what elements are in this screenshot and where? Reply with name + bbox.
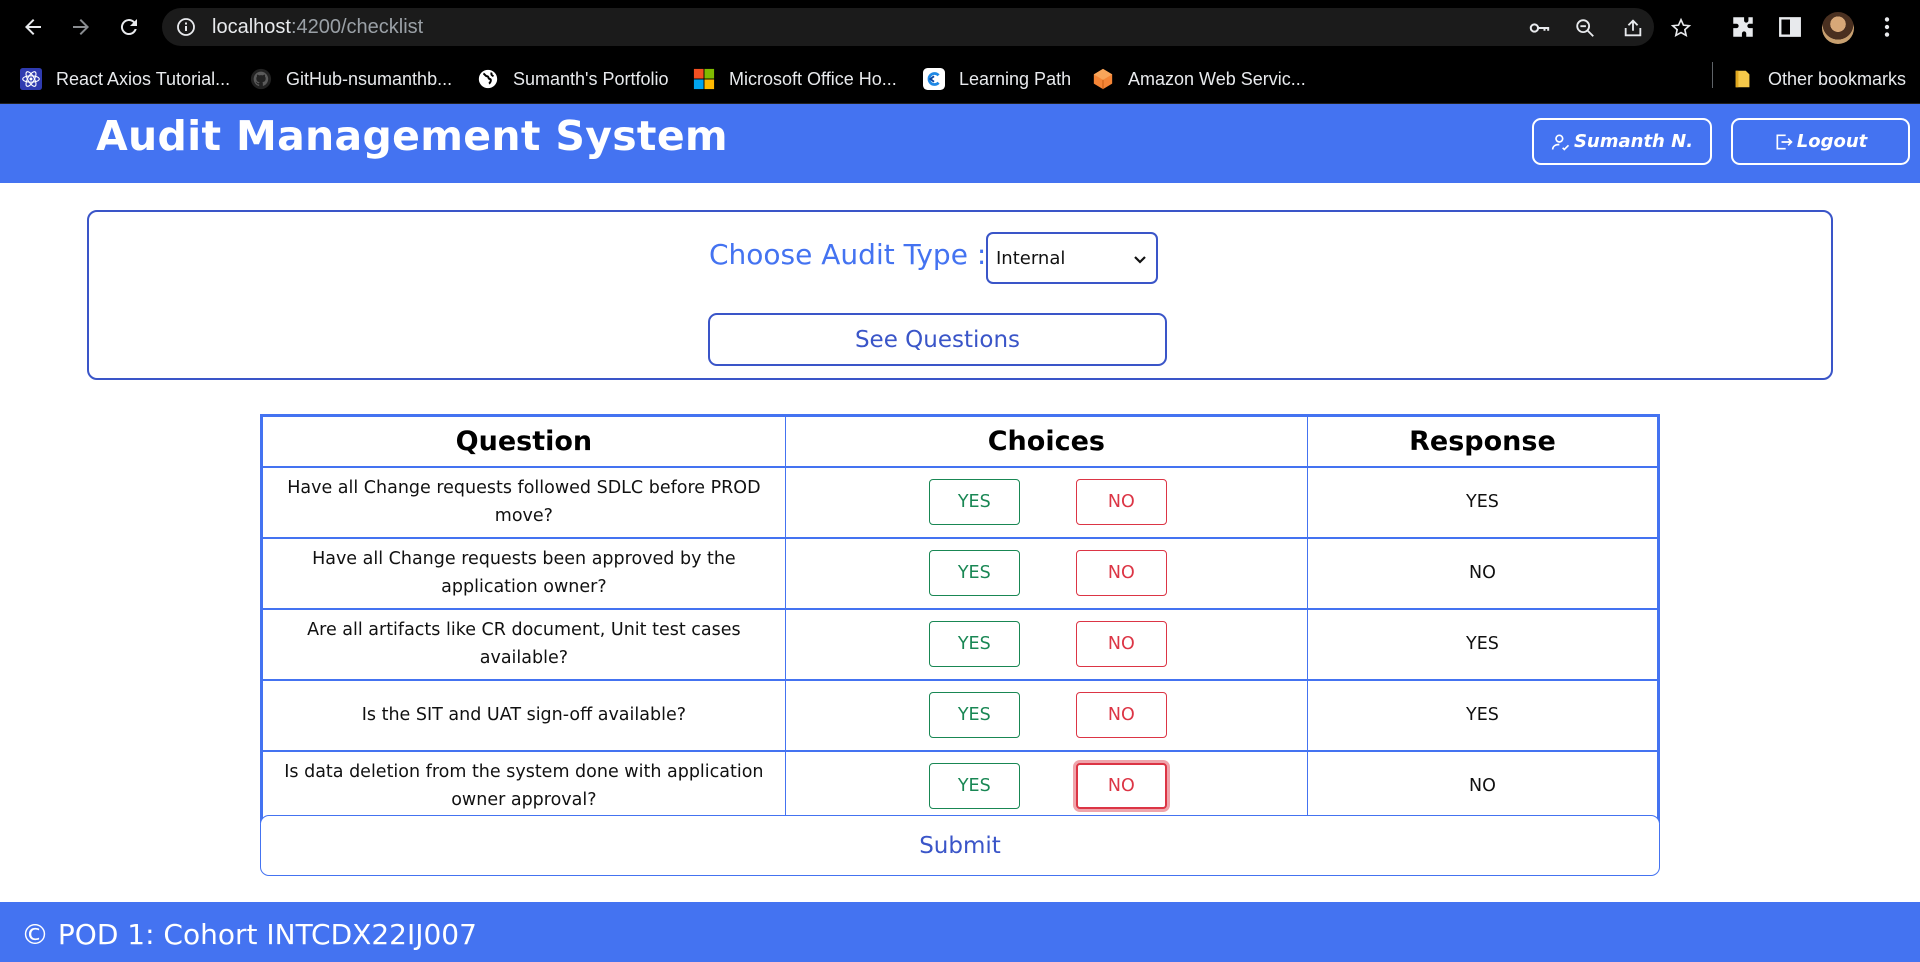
github-icon xyxy=(250,68,272,90)
yes-button[interactable]: YES xyxy=(928,621,1020,667)
response-cell: YES xyxy=(1306,608,1660,680)
choices-cell: YES NO xyxy=(784,466,1308,538)
user-profile-button[interactable]: Sumanth N. xyxy=(1532,118,1712,165)
profile-avatar[interactable] xyxy=(1822,12,1854,44)
address-bar[interactable]: localhost:4200/checklist xyxy=(162,8,1692,46)
back-icon[interactable] xyxy=(18,12,48,42)
forward-icon[interactable] xyxy=(66,12,96,42)
yes-button[interactable]: YES xyxy=(928,479,1020,525)
aws-icon xyxy=(1093,68,1113,90)
bookmark-label: GitHub-nsumanthb... xyxy=(286,68,453,89)
side-panel-icon[interactable] xyxy=(1777,14,1803,40)
audit-type-selected-value: Internal xyxy=(996,248,1066,269)
yes-button[interactable]: YES xyxy=(928,692,1020,738)
browser-toolbar: localhost:4200/checklist xyxy=(0,0,1920,54)
question-text: Have all Change requests followed SDLC b… xyxy=(287,478,761,526)
table-row: Is the SIT and UAT sign-off available? Y… xyxy=(261,679,1660,751)
bookmark-learning-path[interactable]: Learning Path xyxy=(923,64,1071,94)
bookmark-react-axios[interactable]: React Axios Tutorial... xyxy=(20,64,230,94)
app-title: Audit Management System xyxy=(96,112,728,160)
chevron-down-icon xyxy=(1134,256,1146,264)
table-header-row: Question Choices Response xyxy=(261,415,1660,467)
table-row: Have all Change requests been approved b… xyxy=(261,537,1660,609)
logout-button[interactable]: Logout xyxy=(1731,118,1910,165)
question-text: Are all artifacts like CR document, Unit… xyxy=(307,620,741,668)
response-cell: NO xyxy=(1306,537,1660,609)
reload-icon[interactable] xyxy=(114,12,144,42)
key-icon[interactable] xyxy=(1528,17,1550,39)
logout-label: Logout xyxy=(1796,131,1868,152)
bookmarks-bar: React Axios Tutorial... GitHub-nsumanthb… xyxy=(0,54,1920,104)
choices-cell: YES NO xyxy=(784,608,1308,680)
question-text: Is the SIT and UAT sign-off available? xyxy=(361,705,686,725)
question-cell: Is data deletion from the system done wi… xyxy=(261,750,786,822)
question-text: Is data deletion from the system done wi… xyxy=(284,761,764,810)
bookmark-star-icon[interactable] xyxy=(1670,17,1692,39)
no-button[interactable]: NO xyxy=(1075,621,1167,667)
question-cell: Is the SIT and UAT sign-off available? xyxy=(261,679,786,751)
footer-text: © POD 1: Cohort INTCDX22IJ007 xyxy=(21,918,477,951)
other-bookmarks[interactable]: Other bookmarks xyxy=(1732,64,1906,94)
learning-path-icon xyxy=(923,68,945,90)
questions-table: Question Choices Response Have all Chang… xyxy=(260,414,1660,823)
share-icon[interactable] xyxy=(1622,17,1644,39)
site-info-icon[interactable] xyxy=(176,17,196,37)
no-button[interactable]: NO xyxy=(1075,692,1167,738)
bookmark-portfolio[interactable]: Sumanth's Portfolio xyxy=(477,64,669,94)
audit-type-label: Choose Audit Type : xyxy=(709,238,987,271)
footer: © POD 1: Cohort INTCDX22IJ007 xyxy=(0,902,1920,962)
url-text[interactable]: localhost:4200/checklist xyxy=(212,16,423,39)
react-icon xyxy=(20,68,42,90)
microsoft-icon xyxy=(693,68,715,90)
no-button[interactable]: NO xyxy=(1075,479,1167,525)
bookmark-label: Sumanth's Portfolio xyxy=(513,68,669,89)
bookmark-label: Learning Path xyxy=(959,68,1072,89)
audit-type-select[interactable]: Internal xyxy=(986,232,1158,284)
app-header: Audit Management System Sumanth N. Logou… xyxy=(0,104,1920,183)
logout-icon xyxy=(1776,134,1793,149)
folder-icon xyxy=(1735,70,1750,88)
column-header-question: Question xyxy=(261,415,786,467)
audit-type-card: Choose Audit Type : Internal See Questio… xyxy=(87,210,1833,380)
table-row: Have all Change requests followed SDLC b… xyxy=(261,466,1660,538)
question-cell: Have all Change requests followed SDLC b… xyxy=(261,466,786,538)
bookmark-label: React Axios Tutorial... xyxy=(56,68,231,89)
table-row: Are all artifacts like CR document, Unit… xyxy=(261,608,1660,680)
column-header-choices: Choices xyxy=(784,415,1308,467)
no-button[interactable]: NO xyxy=(1075,550,1167,596)
yes-button[interactable]: YES xyxy=(928,550,1020,596)
bookmarks-divider xyxy=(1712,62,1713,88)
response-cell: YES xyxy=(1306,679,1660,751)
extensions-icon[interactable] xyxy=(1730,14,1756,40)
choices-cell: YES NO xyxy=(784,679,1308,751)
table-row: Is data deletion from the system done wi… xyxy=(261,750,1660,822)
see-questions-button[interactable]: See Questions xyxy=(708,313,1167,366)
submit-button[interactable]: Submit xyxy=(260,815,1660,876)
yes-button[interactable]: YES xyxy=(928,762,1020,809)
choices-cell: YES NO xyxy=(784,537,1308,609)
no-button[interactable]: NO xyxy=(1075,762,1167,809)
bookmark-label: Amazon Web Servic... xyxy=(1128,68,1306,89)
bookmark-microsoft-office[interactable]: Microsoft Office Ho... xyxy=(693,64,897,94)
user-name-label: Sumanth N. xyxy=(1573,131,1694,152)
response-cell: YES xyxy=(1306,466,1660,538)
globe-icon xyxy=(478,69,498,89)
question-cell: Have all Change requests been approved b… xyxy=(261,537,786,609)
bookmark-aws[interactable]: Amazon Web Servic... xyxy=(1092,64,1306,94)
question-text: Have all Change requests been approved b… xyxy=(312,549,736,597)
question-cell: Are all artifacts like CR document, Unit… xyxy=(261,608,786,680)
bookmark-github[interactable]: GitHub-nsumanthb... xyxy=(250,64,452,94)
other-bookmarks-label: Other bookmarks xyxy=(1768,68,1907,89)
zoom-out-icon[interactable] xyxy=(1574,17,1596,39)
more-menu-icon[interactable] xyxy=(1874,14,1900,40)
column-header-response: Response xyxy=(1306,415,1660,467)
response-cell: NO xyxy=(1306,750,1660,822)
choices-cell: YES NO xyxy=(784,750,1308,822)
bookmark-label: Microsoft Office Ho... xyxy=(729,68,897,89)
user-icon xyxy=(1551,134,1570,151)
